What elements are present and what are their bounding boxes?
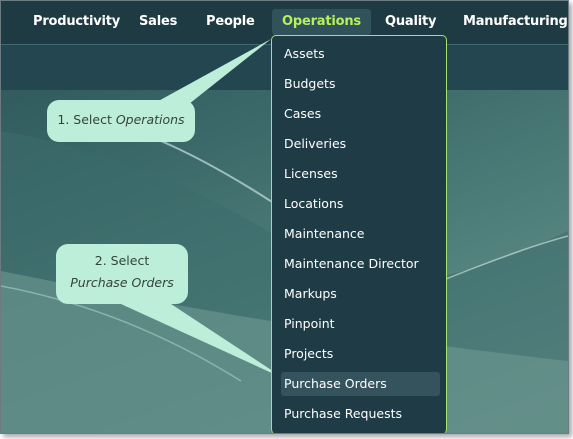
menu-item-deliveries[interactable]: Deliveries [281, 132, 440, 156]
callout-1-pointer [153, 39, 271, 104]
callout-2-pointer [121, 304, 285, 379]
callout-step-2: 2. Select Purchase Orders [56, 244, 188, 304]
operations-dropdown-menu: Assets Budgets Cases Deliveries Licenses… [271, 35, 447, 433]
callout-1-target: Operations [115, 112, 185, 127]
menu-item-licenses[interactable]: Licenses [281, 162, 440, 186]
menu-item-cases[interactable]: Cases [281, 102, 440, 126]
menu-item-purchase-requests[interactable]: Purchase Requests [281, 402, 440, 426]
callout-1-prefix: 1. Select [57, 112, 116, 127]
menu-item-markups[interactable]: Markups [281, 282, 440, 306]
menu-item-projects[interactable]: Projects [281, 342, 440, 366]
menu-item-maintenance[interactable]: Maintenance [281, 222, 440, 246]
screenshot-frame: Productivity Sales People Operations Qua… [0, 0, 569, 434]
menu-item-locations[interactable]: Locations [281, 192, 440, 216]
callout-2-target: Purchase Orders [70, 275, 174, 290]
menu-item-maintenance-director[interactable]: Maintenance Director [281, 252, 440, 276]
menu-item-assets[interactable]: Assets [281, 42, 440, 66]
menu-item-budgets[interactable]: Budgets [281, 72, 440, 96]
menu-item-pinpoint[interactable]: Pinpoint [281, 312, 440, 336]
callout-step-1: 1. Select Operations [47, 100, 195, 142]
callout-2-line1: 2. Select [94, 253, 150, 268]
menu-item-purchase-orders[interactable]: Purchase Orders [281, 372, 440, 396]
